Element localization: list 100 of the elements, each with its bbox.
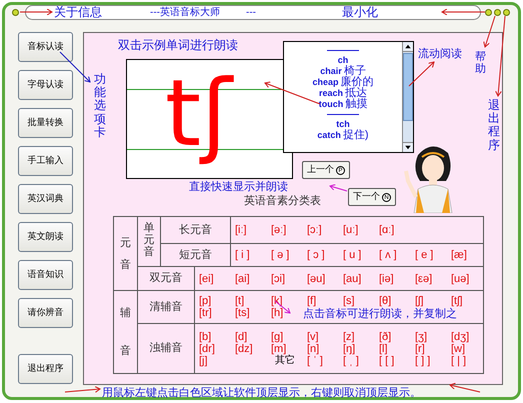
- sidebar-tab-button[interactable]: 批量转换: [18, 108, 73, 138]
- annotation-text: 用鼠标左键点击白色区域让软件顶层显示，右键则取消顶层显示。: [102, 387, 421, 399]
- phonetic-symbol[interactable]: [tr]: [199, 307, 212, 319]
- sidebar-tab-button[interactable]: 音标认读: [18, 32, 73, 62]
- leader-arrow: [408, 62, 434, 86]
- phonetic-symbol[interactable]: [ [ ]: [379, 354, 394, 366]
- phonetic-symbol[interactable]: [l]: [379, 342, 388, 354]
- sidebar-tab-button[interactable]: 字母认读: [18, 70, 73, 100]
- phonetic-symbol[interactable]: [ai]: [235, 272, 250, 284]
- other-label: 其它: [274, 354, 295, 366]
- phonetic-symbol[interactable]: [uə]: [451, 272, 470, 284]
- sidebar-tab-button[interactable]: 语音知识: [18, 260, 73, 290]
- example-word[interactable]: cheap: [312, 77, 338, 88]
- phonetic-symbol[interactable]: [w]: [451, 342, 466, 354]
- phonetic-symbol[interactable]: [k]: [271, 295, 283, 307]
- phonetic-symbol[interactable]: [ ˈ ]: [307, 354, 323, 366]
- phonetic-symbol[interactable]: [ ˌ ]: [343, 354, 359, 366]
- annotation-text: 帮助: [475, 51, 486, 76]
- phonetic-symbol[interactable]: [ts]: [235, 307, 250, 319]
- phonetic-symbol[interactable]: [iː]: [235, 224, 247, 236]
- phonetic-symbol[interactable]: [ɔː]: [307, 224, 322, 236]
- phonetic-symbol[interactable]: [ ] ]: [415, 354, 430, 366]
- phonetic-symbol[interactable]: [ ʌ ]: [379, 249, 397, 261]
- example-list[interactable]: ch chair 椅子 cheap 廉价的 reach 抵达 touch 触摸 tch catch 捉住): [283, 41, 414, 153]
- sidebar-tab-button[interactable]: 请你辨音: [18, 298, 73, 328]
- about-button[interactable]: 关于信息: [54, 5, 102, 19]
- example-word[interactable]: catch: [317, 130, 341, 141]
- sidebar-tab-button[interactable]: 英汉词典: [18, 184, 73, 214]
- leader-arrow: [20, 8, 52, 16]
- example-word[interactable]: chair: [320, 66, 342, 77]
- phonetic-symbol[interactable]: [v]: [307, 330, 319, 342]
- example-word[interactable]: touch: [318, 99, 344, 110]
- phonetic-symbol[interactable]: [ei]: [199, 272, 214, 284]
- phonetic-symbol[interactable]: [iə]: [379, 272, 394, 284]
- phonetic-symbol[interactable]: [ð]: [379, 330, 392, 342]
- spelling-heading: ch: [338, 55, 348, 65]
- example-word[interactable]: reach: [318, 88, 344, 99]
- annotation-text: 功能选项卡: [94, 73, 106, 139]
- table-cell: 单元音: [144, 222, 154, 258]
- separator-line: [327, 114, 359, 115]
- scrollbar[interactable]: [402, 42, 413, 152]
- scroll-down-icon[interactable]: [403, 142, 413, 152]
- leader-arrow: [64, 386, 100, 393]
- phonetic-symbol[interactable]: [j]: [199, 354, 208, 366]
- table-cell: 长元音: [179, 224, 212, 236]
- sidebar-tab-button[interactable]: 英文朗读: [18, 222, 73, 252]
- phonetic-symbol[interactable]: [h]: [271, 307, 284, 319]
- phonetic-symbol[interactable]: [ e ]: [415, 249, 434, 261]
- table-cell: 浊辅音: [150, 342, 182, 354]
- phonetic-symbol[interactable]: [f]: [307, 295, 316, 307]
- phonetic-symbol[interactable]: [dr]: [199, 342, 215, 354]
- phonetic-symbol[interactable]: [dz]: [235, 342, 253, 354]
- phonetic-symbol[interactable]: [əu]: [307, 272, 326, 284]
- phonetic-symbol[interactable]: [ ə ]: [271, 249, 290, 261]
- phonetic-symbol[interactable]: [tʃ]: [451, 295, 463, 307]
- word-meaning: 椅子: [344, 66, 366, 77]
- word-meaning: 触摸: [345, 99, 368, 110]
- phonetic-symbol[interactable]: [ ɔ ]: [307, 249, 325, 261]
- phonetic-symbol[interactable]: [au]: [343, 272, 362, 284]
- phonetic-symbol[interactable]: [εə]: [415, 272, 432, 284]
- sidebar-tab-button[interactable]: 手工输入: [18, 146, 73, 176]
- phonetic-symbol[interactable]: [d]: [235, 330, 248, 342]
- phonetic-symbol[interactable]: [əː]: [271, 224, 286, 236]
- phonetic-symbol[interactable]: [dʒ]: [451, 330, 470, 342]
- phonetic-symbol[interactable]: [ŋ]: [343, 342, 356, 354]
- phonetic-symbol[interactable]: [æ]: [451, 249, 467, 261]
- phonetic-symbol[interactable]: [b]: [199, 330, 212, 342]
- annotation-text: 双击示例单词进行朗读: [118, 37, 238, 54]
- phonetic-symbol[interactable]: [r]: [415, 342, 425, 354]
- word-meaning: 廉价的: [340, 77, 374, 88]
- phonetic-symbol[interactable]: [uː]: [343, 224, 358, 236]
- phonetic-glyph: tʃ: [165, 64, 232, 164]
- phonetic-symbol[interactable]: [ u ]: [343, 249, 362, 261]
- phonetic-symbol[interactable]: [ɑː]: [379, 224, 394, 236]
- phonetic-symbol[interactable]: [ɔi]: [271, 272, 286, 284]
- phonetic-symbol[interactable]: [ʃ]: [415, 295, 424, 307]
- table-cell-text: 辅音: [120, 306, 131, 359]
- spelling-heading: tch: [336, 119, 350, 129]
- phonetic-symbol[interactable]: [s]: [343, 295, 355, 307]
- leader-arrow: [450, 382, 480, 392]
- phonetic-symbol[interactable]: [ʒ]: [415, 330, 428, 342]
- annotation-text: 直接快速显示并朗读: [189, 180, 288, 194]
- phonetic-symbol[interactable]: [t]: [235, 295, 244, 307]
- exit-button[interactable]: 退出程序: [18, 354, 73, 384]
- symbol-display[interactable]: tʃ: [126, 59, 293, 179]
- phonetic-symbol[interactable]: [ | ]: [451, 354, 466, 366]
- phonetic-symbol[interactable]: [n]: [307, 342, 320, 354]
- word-meaning: 抵达: [345, 88, 368, 99]
- phonetic-symbol[interactable]: [p]: [199, 295, 212, 307]
- phonetic-symbol[interactable]: [θ]: [379, 295, 392, 307]
- phonetic-symbol[interactable]: [z]: [343, 330, 355, 342]
- minimize-button[interactable]: 最小化: [342, 5, 378, 19]
- annotation-text: 退出程序: [488, 99, 500, 152]
- table-cell: 短元音: [179, 248, 212, 261]
- table-cell: 清辅音: [150, 300, 182, 313]
- scroll-up-icon[interactable]: [403, 42, 413, 52]
- phonetic-symbol[interactable]: [ i ]: [235, 249, 250, 261]
- phonetic-symbol[interactable]: [g]: [271, 330, 284, 342]
- table-cell: 双元音: [150, 272, 182, 284]
- phonetic-symbol[interactable]: [m]: [271, 342, 286, 354]
